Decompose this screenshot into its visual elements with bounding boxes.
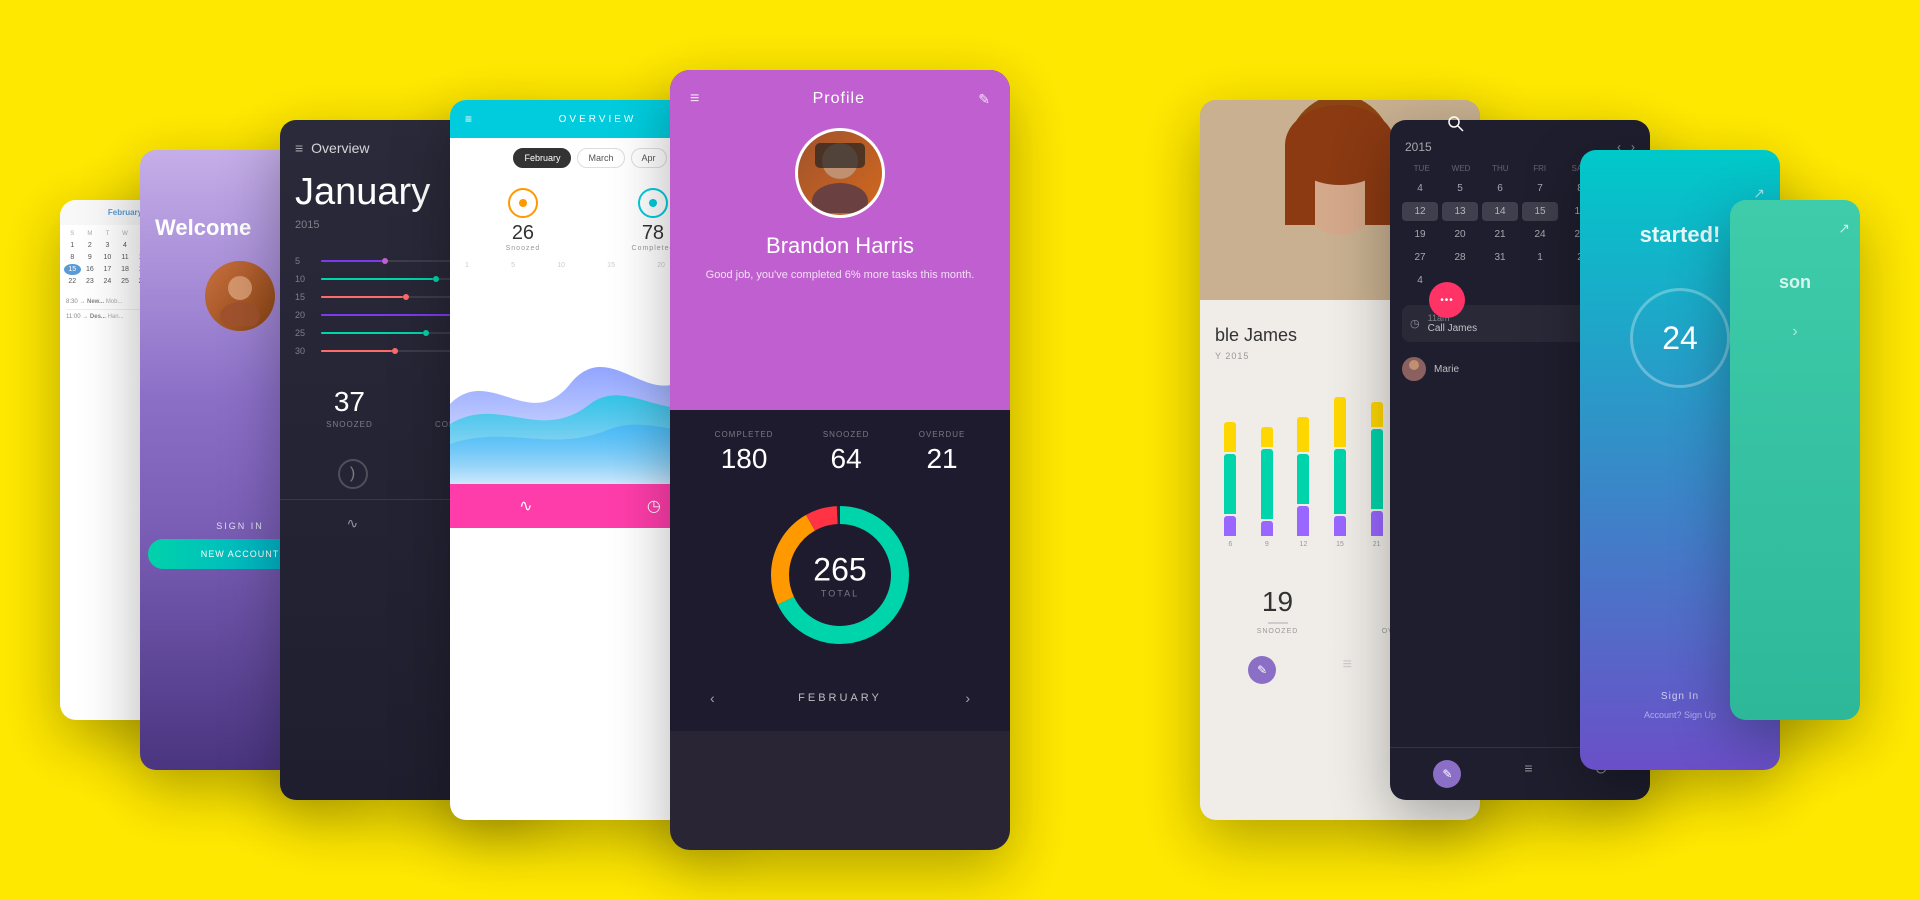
s5-completed-label: COMPLETED <box>715 430 774 439</box>
s5-subtitle: Good job, you've completed 6% more tasks… <box>706 267 975 284</box>
s6-search-icon[interactable] <box>1447 115 1465 138</box>
s5-completed-val: 180 <box>715 443 774 475</box>
s5-avatar <box>795 128 885 218</box>
s9-text: son <box>1779 272 1811 293</box>
s5-menu-icon[interactable]: ≡ <box>690 90 699 108</box>
s7-year: 2015 <box>1405 140 1432 154</box>
s5-snoozed-val: 64 <box>823 443 870 475</box>
s5-month-label: FEBRUARY <box>798 692 882 704</box>
s5-top-section: ≡ Profile ✎ Brandon Harris Good job, you… <box>670 70 1010 410</box>
s5-bottom-section: COMPLETED 180 SNOOZED 64 OVERDUE 21 <box>670 410 1010 731</box>
s3-snoozed-val: 37 <box>326 386 373 418</box>
s4-snoozed-val: 26 <box>506 222 541 245</box>
s6-fab-btn[interactable]: ••• <box>1429 282 1465 318</box>
s5-overdue-val: 21 <box>919 443 966 475</box>
s7-pencil-icon[interactable]: ✎ <box>1433 760 1461 788</box>
s3-wave-icon[interactable]: ∿ <box>347 515 359 532</box>
s8-signin-btn[interactable]: Sign In <box>1661 691 1699 702</box>
s9-arrow-icon[interactable]: › <box>1792 323 1797 341</box>
s8-num-circle: 24 <box>1630 288 1730 388</box>
s6-list-icon[interactable]: ≡ <box>1343 656 1352 684</box>
screen-profile-center: ≡ Profile ✎ Brandon Harris Good job, you… <box>670 70 1010 850</box>
s8-started-text: started! <box>1640 222 1721 248</box>
s3-snoozed-label: SNOOZED <box>326 420 373 429</box>
s5-donut-chart: 265 TOTAL <box>690 495 990 655</box>
s6-snoozed-lbl: SNOOZED <box>1257 628 1299 635</box>
s3-menu-icon[interactable]: ≡ <box>295 140 303 156</box>
s7-list-icon[interactable]: ≡ <box>1524 760 1532 788</box>
s5-month-nav: ‹ FEBRUARY › <box>690 675 990 711</box>
s9-exit-icon[interactable]: ↗ <box>1838 220 1850 237</box>
s5-overdue-label: OVERDUE <box>919 430 966 439</box>
s4-completed-val: 78 <box>632 222 675 245</box>
s5-total-num: 265 <box>813 552 866 589</box>
s5-next-month-btn[interactable]: › <box>965 690 970 706</box>
s5-profile-title: Profile <box>813 90 865 108</box>
tab-february[interactable]: February <box>513 148 571 168</box>
s8-num-val: 24 <box>1662 320 1698 357</box>
s6-snoozed-val: 19 <box>1257 586 1299 618</box>
tab-march[interactable]: March <box>577 148 624 168</box>
s4-wave-icon[interactable]: ∿ <box>519 496 532 516</box>
tab-april[interactable]: Apr <box>631 148 667 168</box>
s4-snoozed-lbl: Snoozed <box>506 245 541 252</box>
s5-edit-icon[interactable]: ✎ <box>978 91 990 108</box>
s8-signup-link[interactable]: Account? Sign Up <box>1644 710 1716 720</box>
s2-user-photo <box>205 261 275 331</box>
s5-user-name: Brandon Harris <box>766 233 914 259</box>
s5-prev-month-btn[interactable]: ‹ <box>710 690 715 706</box>
s5-snoozed-label: SNOOZED <box>823 430 870 439</box>
s5-total-label: TOTAL <box>813 589 866 599</box>
s5-top-bar: ≡ Profile ✎ <box>690 90 990 108</box>
screens-container: February S M T W T F S 1 2 3 4 5 6 7 8 9… <box>60 40 1860 860</box>
s4-menu-icon[interactable]: ≡ <box>465 112 472 126</box>
s5-metrics: COMPLETED 180 SNOOZED 64 OVERDUE 21 <box>690 430 990 475</box>
s4-clock-icon[interactable]: ◷ <box>647 496 661 516</box>
screen-teal-right: ↗ son › <box>1730 200 1860 720</box>
s4-completed-lbl: Completed <box>632 245 675 252</box>
s6-pencil-icon[interactable]: ✎ <box>1248 656 1276 684</box>
s3-title: Overview <box>311 140 369 156</box>
